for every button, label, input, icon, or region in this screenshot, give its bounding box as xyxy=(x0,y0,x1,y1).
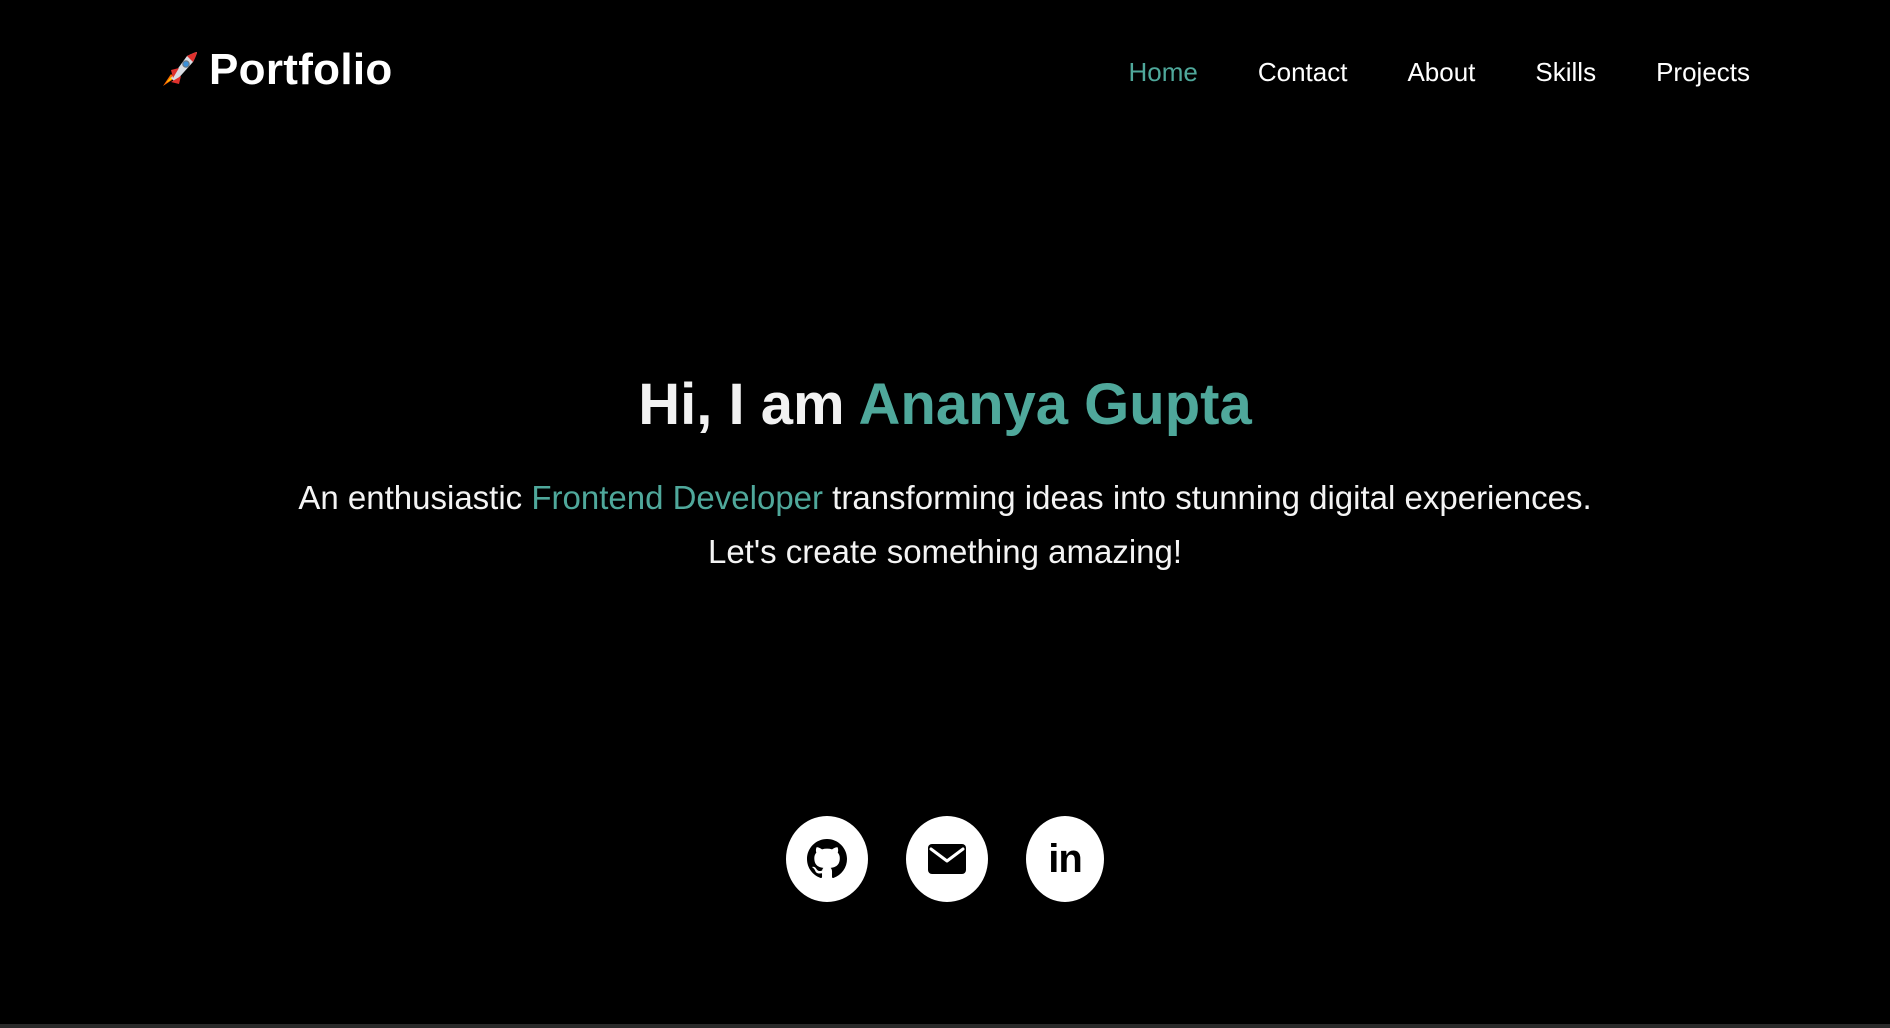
navbar: Portfolio Home Contact About Skills Proj… xyxy=(0,0,1890,140)
bottom-divider xyxy=(0,1024,1890,1028)
hero-title-prefix: Hi, I am xyxy=(638,372,859,437)
hero-subtitle-line2: Let's create something amazing! xyxy=(707,533,1183,570)
subtitle-suffix: transforming ideas into stunning digital… xyxy=(823,479,1592,516)
hero-subtitle: An enthusiastic Frontend Developer trans… xyxy=(0,471,1890,579)
hero-section: Hi, I am Ananya Gupta An enthusiastic Fr… xyxy=(0,365,1890,579)
nav-link-about[interactable]: About xyxy=(1407,57,1475,88)
github-button[interactable] xyxy=(786,816,868,902)
logo[interactable]: Portfolio xyxy=(157,42,393,98)
main-nav: Home Contact About Skills Projects xyxy=(1068,52,1750,92)
mail-icon xyxy=(927,843,967,875)
nav-link-projects[interactable]: Projects xyxy=(1656,57,1750,88)
hero-title: Hi, I am Ananya Gupta xyxy=(0,365,1890,445)
linkedin-button[interactable]: in xyxy=(1026,816,1104,902)
page: Portfolio Home Contact About Skills Proj… xyxy=(0,0,1890,1028)
nav-link-contact[interactable]: Contact xyxy=(1258,57,1348,88)
subtitle-prefix: An enthusiastic xyxy=(298,479,532,516)
github-icon xyxy=(807,839,847,879)
logo-text: Portfolio xyxy=(209,45,393,94)
linkedin-icon: in xyxy=(1048,836,1083,881)
hero-subtitle-line1: An enthusiastic Frontend Developer trans… xyxy=(0,471,1890,525)
nav-link-skills[interactable]: Skills xyxy=(1535,57,1596,88)
rocket-icon xyxy=(157,48,201,92)
nav-link-home[interactable]: Home xyxy=(1128,57,1197,88)
email-button[interactable] xyxy=(906,816,988,902)
subtitle-role: Frontend Developer xyxy=(531,479,824,516)
hero-name: Ananya Gupta xyxy=(858,372,1252,437)
social-links: in xyxy=(0,816,1890,902)
